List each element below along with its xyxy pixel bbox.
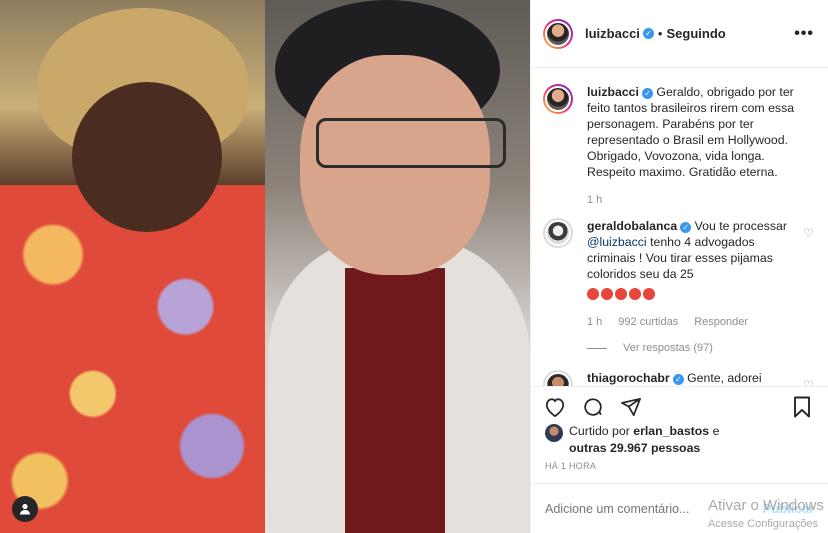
likes-summary: Curtido por erlan_bastos e outras 29.967…: [545, 423, 814, 457]
angry-face-icon: [629, 288, 641, 300]
view-replies[interactable]: Ver respostas (97): [587, 342, 814, 354]
comment-item: thiagorochabr ✓ Gente, adorei ♡: [543, 370, 814, 386]
bookmark-icon[interactable]: [790, 395, 814, 419]
verified-icon: ✓: [672, 374, 684, 385]
comment-like-icon[interactable]: ♡: [803, 378, 814, 386]
caption-username[interactable]: luizbacci: [587, 85, 639, 99]
angry-face-icon: [643, 288, 655, 300]
like-heart-icon[interactable]: [543, 395, 567, 419]
action-bar: [531, 386, 828, 426]
comment-input[interactable]: [545, 501, 745, 516]
liker-username[interactable]: erlan_bastos: [633, 424, 709, 438]
glasses: [316, 118, 506, 168]
post-timestamp[interactable]: HÁ 1 HORA: [545, 461, 596, 471]
header-username[interactable]: luizbacci: [585, 26, 640, 41]
photo-left-half: [0, 0, 265, 533]
view-replies-label[interactable]: Ver respostas (97): [623, 342, 713, 354]
liker-avatar[interactable]: [545, 424, 563, 442]
likes-others[interactable]: outras 29.967 pessoas: [569, 441, 700, 455]
face-left: [72, 82, 222, 232]
following-button[interactable]: Seguindo: [666, 26, 725, 41]
comment-mention[interactable]: @luizbacci: [587, 235, 647, 249]
comment-username[interactable]: geraldobalanca: [587, 219, 677, 233]
caption-avatar[interactable]: [543, 84, 573, 114]
add-comment-bar: Publicar: [531, 483, 828, 533]
emoji-row: [587, 286, 798, 302]
separator-dot: •: [657, 26, 663, 41]
angry-face-icon: [601, 288, 613, 300]
comment-text-part: Vou te processar: [694, 219, 787, 233]
header-avatar[interactable]: [543, 18, 573, 49]
floral-dress: [0, 185, 265, 533]
comment-text: Gente, adorei: [687, 371, 762, 385]
angry-face-icon: [587, 288, 599, 300]
post-image[interactable]: [0, 0, 530, 533]
replies-line: [587, 347, 607, 349]
share-plane-icon[interactable]: [619, 395, 643, 419]
verified-icon: ✓: [641, 88, 653, 99]
caption: luizbacci ✓ Geraldo, obrigado por ter fei…: [543, 84, 814, 208]
post-side-panel: luizbacci ✓ • Seguindo ••• luizbacci ✓ Ge…: [530, 0, 828, 533]
comment-avatar[interactable]: [543, 370, 573, 386]
caption-text: Geraldo, obrigado por ter feito tantos b…: [587, 85, 795, 179]
angry-face-icon: [615, 288, 627, 300]
comment-like-icon[interactable]: ♡: [803, 226, 814, 240]
comment-username[interactable]: thiagorochabr: [587, 371, 670, 385]
post-button[interactable]: Publicar: [763, 501, 814, 516]
red-shirt: [345, 268, 445, 533]
comment-avatar[interactable]: [543, 218, 573, 248]
reply-button[interactable]: Responder: [694, 314, 748, 330]
comment-likes[interactable]: 992 curtidas: [618, 314, 678, 330]
more-options-icon[interactable]: •••: [794, 25, 814, 43]
comments-list[interactable]: luizbacci ✓ Geraldo, obrigado por ter fei…: [531, 68, 828, 386]
verified-icon: ✓: [642, 28, 654, 39]
comment-bubble-icon[interactable]: [581, 395, 605, 419]
likes-prefix: Curtido por: [569, 424, 630, 438]
comment-item: geraldobalanca ✓ Vou te processar @luizba…: [543, 218, 814, 330]
comment-time[interactable]: 1 h: [587, 314, 602, 330]
tagged-users-icon[interactable]: [12, 496, 38, 522]
post-header: luizbacci ✓ • Seguindo •••: [531, 0, 828, 68]
likes-middle: e: [712, 424, 720, 438]
caption-time[interactable]: 1 h: [587, 192, 602, 208]
verified-icon: ✓: [680, 222, 692, 233]
